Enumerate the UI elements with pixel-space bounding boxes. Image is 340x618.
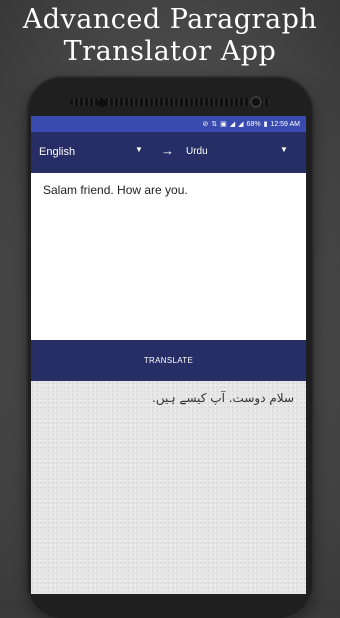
wifi-icon: ◢ bbox=[229, 120, 236, 128]
source-language-select[interactable]: English bbox=[39, 146, 75, 158]
source-dropdown-icon[interactable]: ▼ bbox=[135, 145, 143, 154]
app-screen: ⊘ ⇅ ▣ ◢ ◢ 68% ▮ 12:59 AM English ▼ → Urd… bbox=[31, 116, 306, 594]
target-language-select[interactable]: Urdu bbox=[186, 146, 208, 157]
front-camera bbox=[250, 96, 262, 108]
sim-icon: ▣ bbox=[220, 120, 227, 128]
phone-frame: ⊘ ⇅ ▣ ◢ ◢ 68% ▮ 12:59 AM English ▼ → Urd… bbox=[28, 78, 312, 618]
promo-title: Advanced Paragraph Translator App bbox=[0, 4, 340, 68]
source-text[interactable]: Salam friend. How are you. bbox=[43, 183, 188, 197]
language-bar: English ▼ → Urdu ▼ bbox=[31, 132, 306, 173]
arrow-right-icon: → bbox=[161, 143, 174, 158]
translation-output-area: سلام دوست. آپ کیسے ہیں. bbox=[31, 381, 306, 594]
translated-text: سلام دوست. آپ کیسے ہیں. bbox=[152, 391, 294, 405]
translate-button[interactable]: TRANSLATE bbox=[31, 340, 306, 381]
target-dropdown-icon[interactable]: ▼ bbox=[280, 145, 288, 154]
battery-icon: ▮ bbox=[263, 120, 268, 128]
source-text-area[interactable]: Salam friend. How are you. bbox=[31, 173, 306, 340]
promo-title-line1: Advanced Paragraph bbox=[22, 4, 318, 35]
notification-icon: ⊘ bbox=[202, 120, 209, 128]
proximity-sensor bbox=[98, 99, 106, 107]
signal-boost-icon: ⇅ bbox=[211, 120, 218, 128]
cell-signal-icon: ◢ bbox=[238, 120, 244, 128]
status-bar: ⊘ ⇅ ▣ ◢ ◢ 68% ▮ 12:59 AM bbox=[31, 116, 306, 132]
status-time: 12:59 AM bbox=[270, 120, 300, 128]
promo-title-line2: Translator App bbox=[63, 36, 277, 67]
battery-percent: 68% bbox=[246, 120, 261, 128]
